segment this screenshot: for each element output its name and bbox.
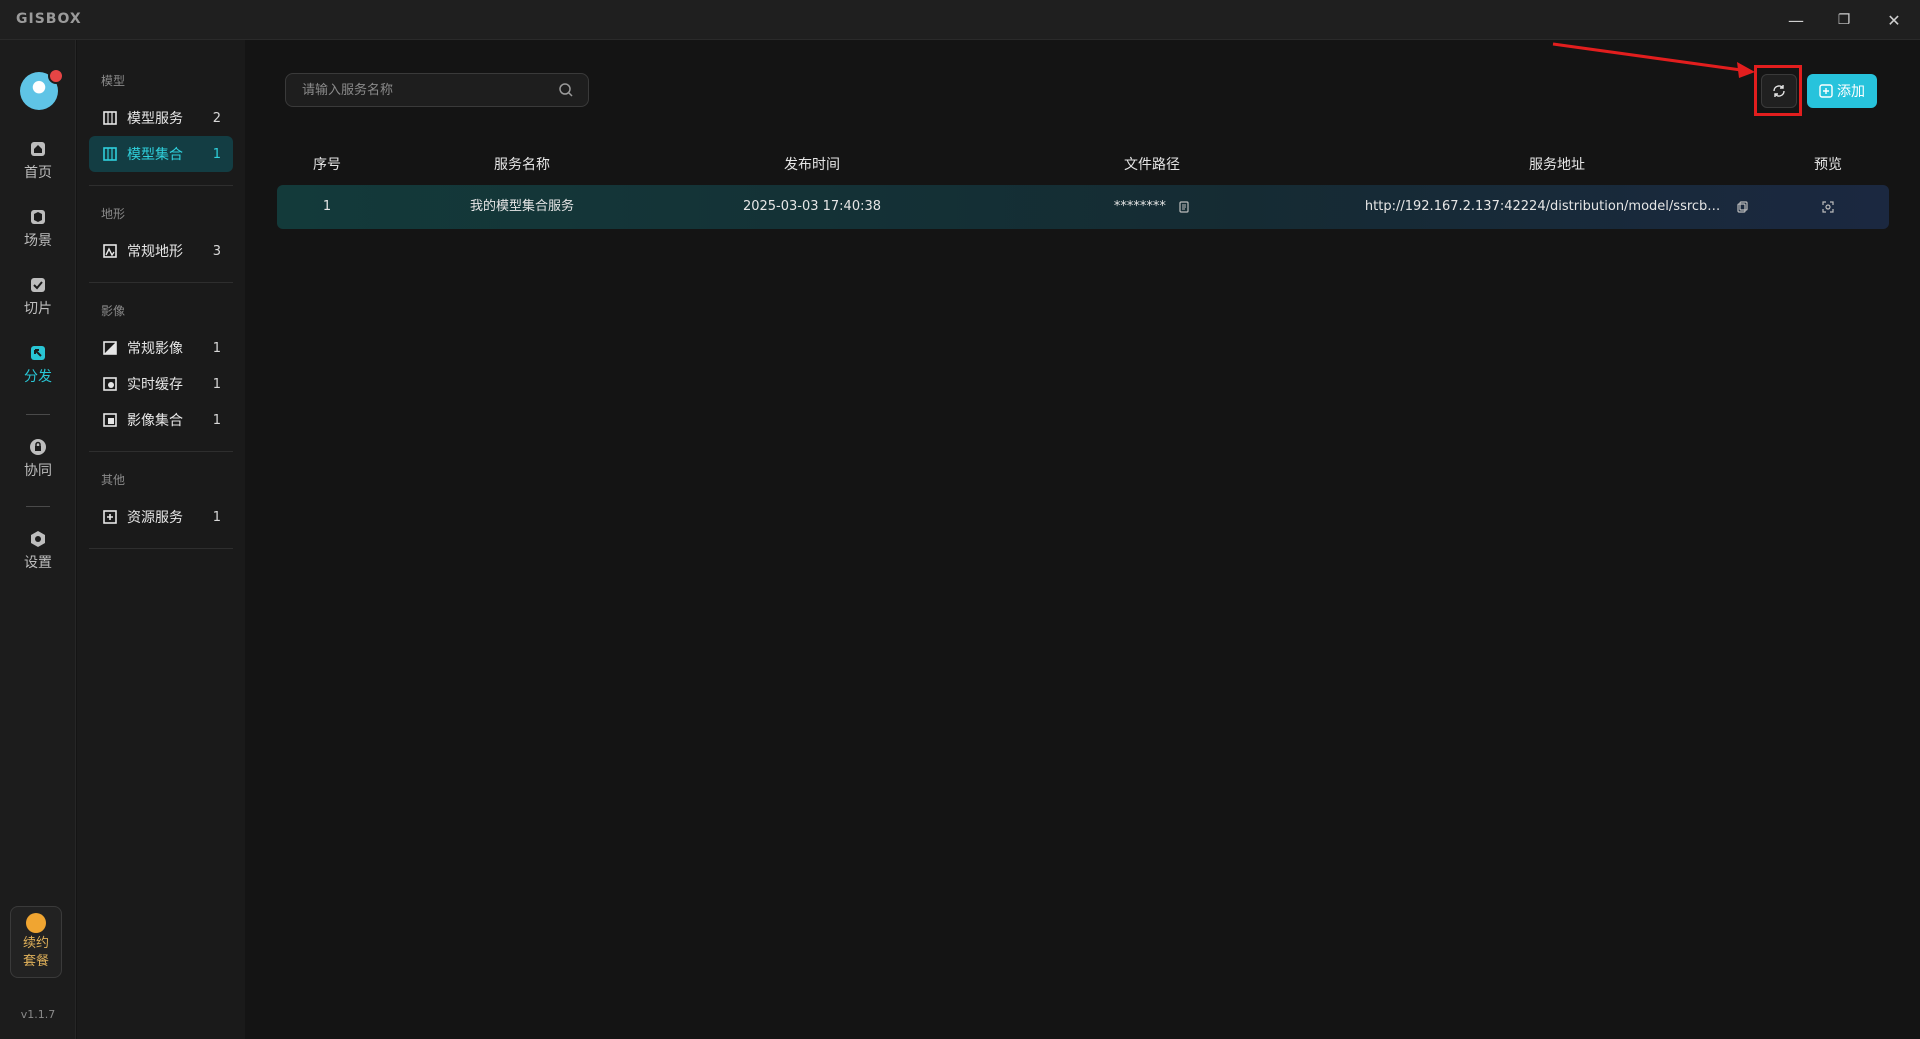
cell-preview: [1767, 185, 1889, 229]
search-icon[interactable]: [558, 82, 574, 98]
sidebar-divider: [89, 282, 233, 283]
service-url-text: http://192.167.2.137:42224/distribution/…: [1364, 199, 1725, 214]
nav-item-scene[interactable]: 场景: [0, 208, 76, 250]
image-icon: [103, 341, 117, 355]
nav-item-label: 分发: [24, 369, 52, 385]
sidebar-item-count: 2: [212, 110, 221, 126]
nav-item-home[interactable]: 首页: [0, 140, 76, 182]
cell-index: 1: [322, 199, 332, 214]
cell-path: ********: [957, 185, 1347, 229]
group-title-other: 其他: [101, 473, 126, 487]
app-logo: GISBOX: [16, 11, 82, 27]
cell-name: 我的模型集合服务: [469, 199, 574, 214]
sidebar-item-label: 模型服务: [127, 111, 183, 127]
column-header-name: 服务名称: [494, 157, 550, 173]
left-nav: 首页 场景 切片 分发 协同 设置 续约 套餐 v1.1.7: [0, 40, 76, 1039]
sidebar-item-count: 1: [212, 376, 221, 392]
renew-plan-label-line2: 套餐: [22, 954, 49, 969]
sidebar-item-count: 1: [212, 509, 221, 525]
column-header-url: 服务地址: [1529, 157, 1585, 173]
nav-item-label: 场景: [24, 233, 52, 249]
annotation-highlight-box: [1754, 65, 1802, 116]
add-icon: [1819, 84, 1833, 98]
nav-item-label: 协同: [24, 463, 52, 479]
scene-icon: [31, 210, 45, 224]
sidebar-item-model-collection[interactable]: 模型集合 1: [89, 136, 233, 172]
table-row[interactable]: 1 我的模型集合服务 2025-03-03 17:40:38 ******** …: [277, 185, 1889, 229]
minimize-button[interactable]: —: [1784, 8, 1808, 32]
version-label: v1.1.7: [20, 1008, 56, 1021]
title-bar: GISBOX — ❐ ✕: [0, 0, 1920, 40]
terrain-icon: [103, 244, 117, 258]
nav-item-slice[interactable]: 切片: [0, 276, 76, 318]
sidebar-item-label: 常规地形: [127, 244, 183, 260]
nav-item-collaborate[interactable]: 协同: [0, 438, 76, 480]
sidebar-divider: [89, 548, 233, 549]
column-header-time: 发布时间: [784, 157, 840, 173]
nav-divider: [26, 506, 50, 507]
copy-path-icon[interactable]: [1178, 200, 1190, 213]
nav-item-label: 设置: [24, 555, 52, 571]
restore-button[interactable]: ❐: [1832, 8, 1856, 32]
distribute-icon: [31, 346, 45, 360]
sidebar-divider: [89, 451, 233, 452]
sidebar-item-count: 3: [212, 243, 221, 259]
sidebar-item-count: 1: [212, 340, 221, 356]
nav-divider: [26, 414, 50, 415]
bolt-icon: [26, 913, 46, 933]
settings-icon: [31, 531, 45, 547]
renew-plan-button[interactable]: 续约 套餐: [10, 906, 62, 978]
group-title-terrain: 地形: [101, 207, 126, 221]
search-input[interactable]: [286, 74, 546, 106]
sidebar-item-count: 1: [212, 146, 221, 162]
resource-icon: [103, 510, 117, 524]
sidebar-item-imagery[interactable]: 常规影像 1: [89, 330, 233, 366]
cache-icon: [103, 377, 117, 391]
slice-icon: [31, 278, 45, 292]
cell-url: http://192.167.2.137:42224/distribution/…: [1347, 185, 1767, 229]
sidebar-item-imagery-collection[interactable]: 影像集合 1: [89, 402, 233, 438]
sidebar-item-label: 资源服务: [127, 510, 183, 526]
add-button[interactable]: 添加: [1807, 74, 1877, 108]
model-icon: [103, 111, 117, 125]
group-title-imagery: 影像: [101, 304, 126, 318]
sidebar-item-model-service[interactable]: 模型服务 2: [89, 100, 233, 136]
column-header-preview: 预览: [1814, 157, 1842, 173]
column-header-index: 序号: [313, 157, 341, 173]
column-header-path: 文件路径: [1124, 157, 1180, 173]
sidebar-item-label: 模型集合: [127, 147, 183, 163]
main-content: 添加 序号 服务名称 发布时间 文件路径 服务地址 预览 1 我的模型集合服务 …: [245, 40, 1920, 1039]
file-path-text: ********: [1113, 199, 1166, 214]
renew-plan-label-line1: 续约: [22, 936, 49, 951]
category-sidebar: 模型 模型服务 2 模型集合 1 地形 常规地形 3 影像 常规影像 1 实时缓…: [77, 40, 245, 1039]
sidebar-item-terrain[interactable]: 常规地形 3: [89, 233, 233, 269]
add-button-label: 添加: [1837, 84, 1865, 100]
notification-badge-icon: [48, 68, 64, 84]
sidebar-divider: [89, 185, 233, 186]
sidebar-item-label: 常规影像: [127, 341, 183, 357]
sidebar-item-count: 1: [212, 412, 221, 428]
close-button[interactable]: ✕: [1882, 8, 1906, 32]
collection-icon: [103, 413, 117, 427]
sidebar-item-realtime-cache[interactable]: 实时缓存 1: [89, 366, 233, 402]
group-title-model: 模型: [101, 74, 126, 88]
search-box: [285, 73, 589, 107]
copy-url-icon[interactable]: [1737, 201, 1749, 213]
model-icon: [103, 147, 117, 161]
sidebar-item-label: 影像集合: [127, 413, 183, 429]
sidebar-item-resource-service[interactable]: 资源服务 1: [89, 499, 233, 535]
nav-item-label: 首页: [24, 165, 52, 181]
table-header: 序号 服务名称 发布时间 文件路径 服务地址 预览: [277, 140, 1889, 190]
cell-time: 2025-03-03 17:40:38: [742, 199, 882, 214]
nav-item-distribute[interactable]: 分发: [0, 344, 76, 386]
nav-item-settings[interactable]: 设置: [0, 530, 76, 572]
home-icon: [31, 142, 45, 156]
preview-icon[interactable]: [1822, 200, 1834, 213]
sidebar-item-label: 实时缓存: [127, 377, 183, 393]
lock-icon: [30, 439, 46, 455]
nav-item-label: 切片: [24, 301, 52, 317]
